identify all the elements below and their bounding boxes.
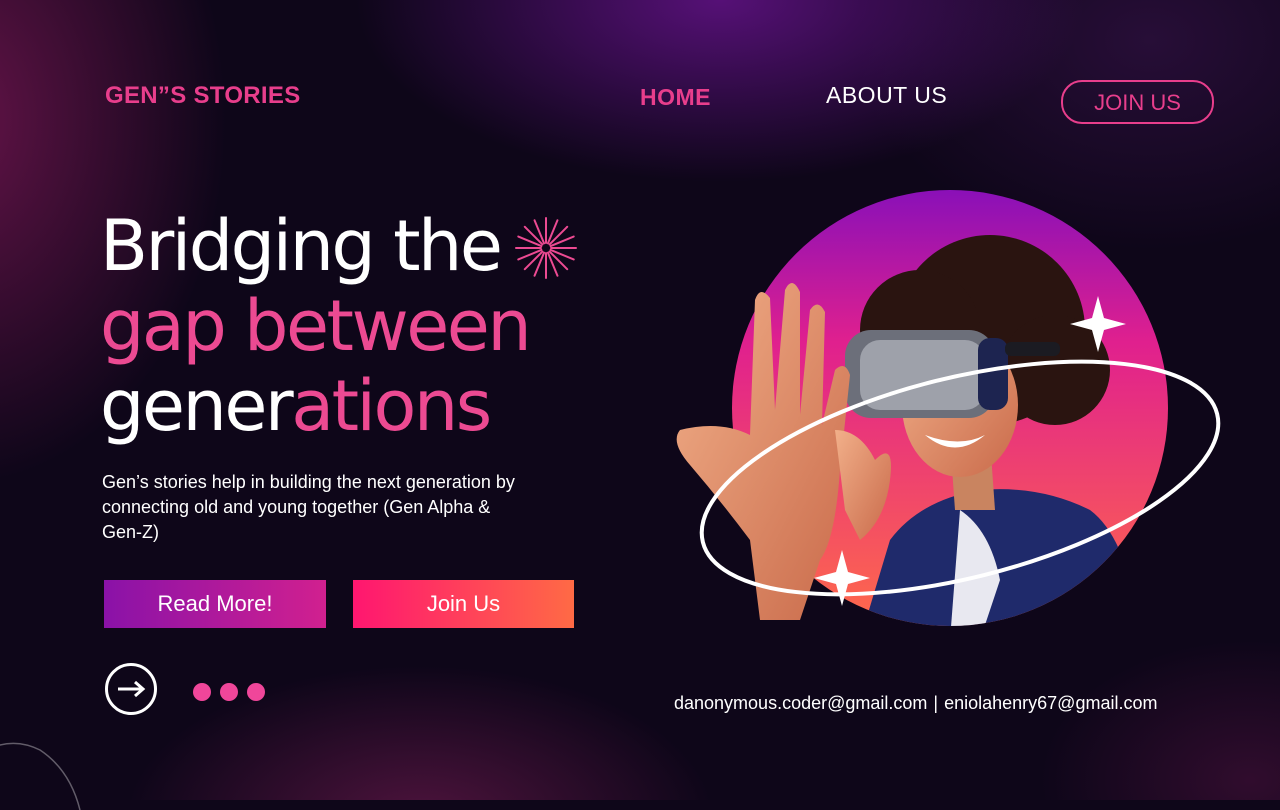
contact-emails: danonymous.coder@gmail.com | eniolahenry67…	[674, 693, 1157, 714]
person-wearing-vr-headset	[676, 190, 1221, 626]
headline-line-3-white: gener	[100, 365, 294, 447]
decorative-swirl	[0, 742, 81, 810]
email-separator: |	[933, 693, 939, 713]
nav-about-link[interactable]: ABOUT US	[826, 82, 947, 109]
nav-join-button[interactable]: JOIN US	[1061, 80, 1214, 124]
pagination-dot-1[interactable]	[193, 683, 211, 701]
email-2[interactable]: eniolahenry67@gmail.com	[944, 693, 1157, 713]
hero-headline: Bridging the gap between generations	[100, 205, 532, 446]
next-arrow-button[interactable]	[105, 663, 157, 715]
headline-line-3: generations	[100, 366, 529, 446]
sparkle-burst-icon	[515, 217, 577, 279]
pagination-dot-3[interactable]	[247, 683, 265, 701]
headline-line-2: gap between	[100, 285, 532, 367]
join-us-button[interactable]: Join Us	[353, 580, 574, 628]
headline-line-1: Bridging the	[100, 205, 503, 287]
pagination-dot-2[interactable]	[220, 683, 238, 701]
brand-logo[interactable]: GEN”S STORIES	[105, 82, 301, 110]
headline-line-3-pink: ations	[291, 365, 492, 447]
hero-illustration	[676, 190, 1221, 626]
read-more-button[interactable]: Read More!	[104, 580, 326, 628]
email-1[interactable]: danonymous.coder@gmail.com	[674, 693, 927, 713]
arrow-right-icon	[118, 680, 146, 698]
hero-description: Gen’s stories help in building the next …	[102, 472, 515, 542]
nav-home-link[interactable]: HOME	[640, 84, 711, 111]
